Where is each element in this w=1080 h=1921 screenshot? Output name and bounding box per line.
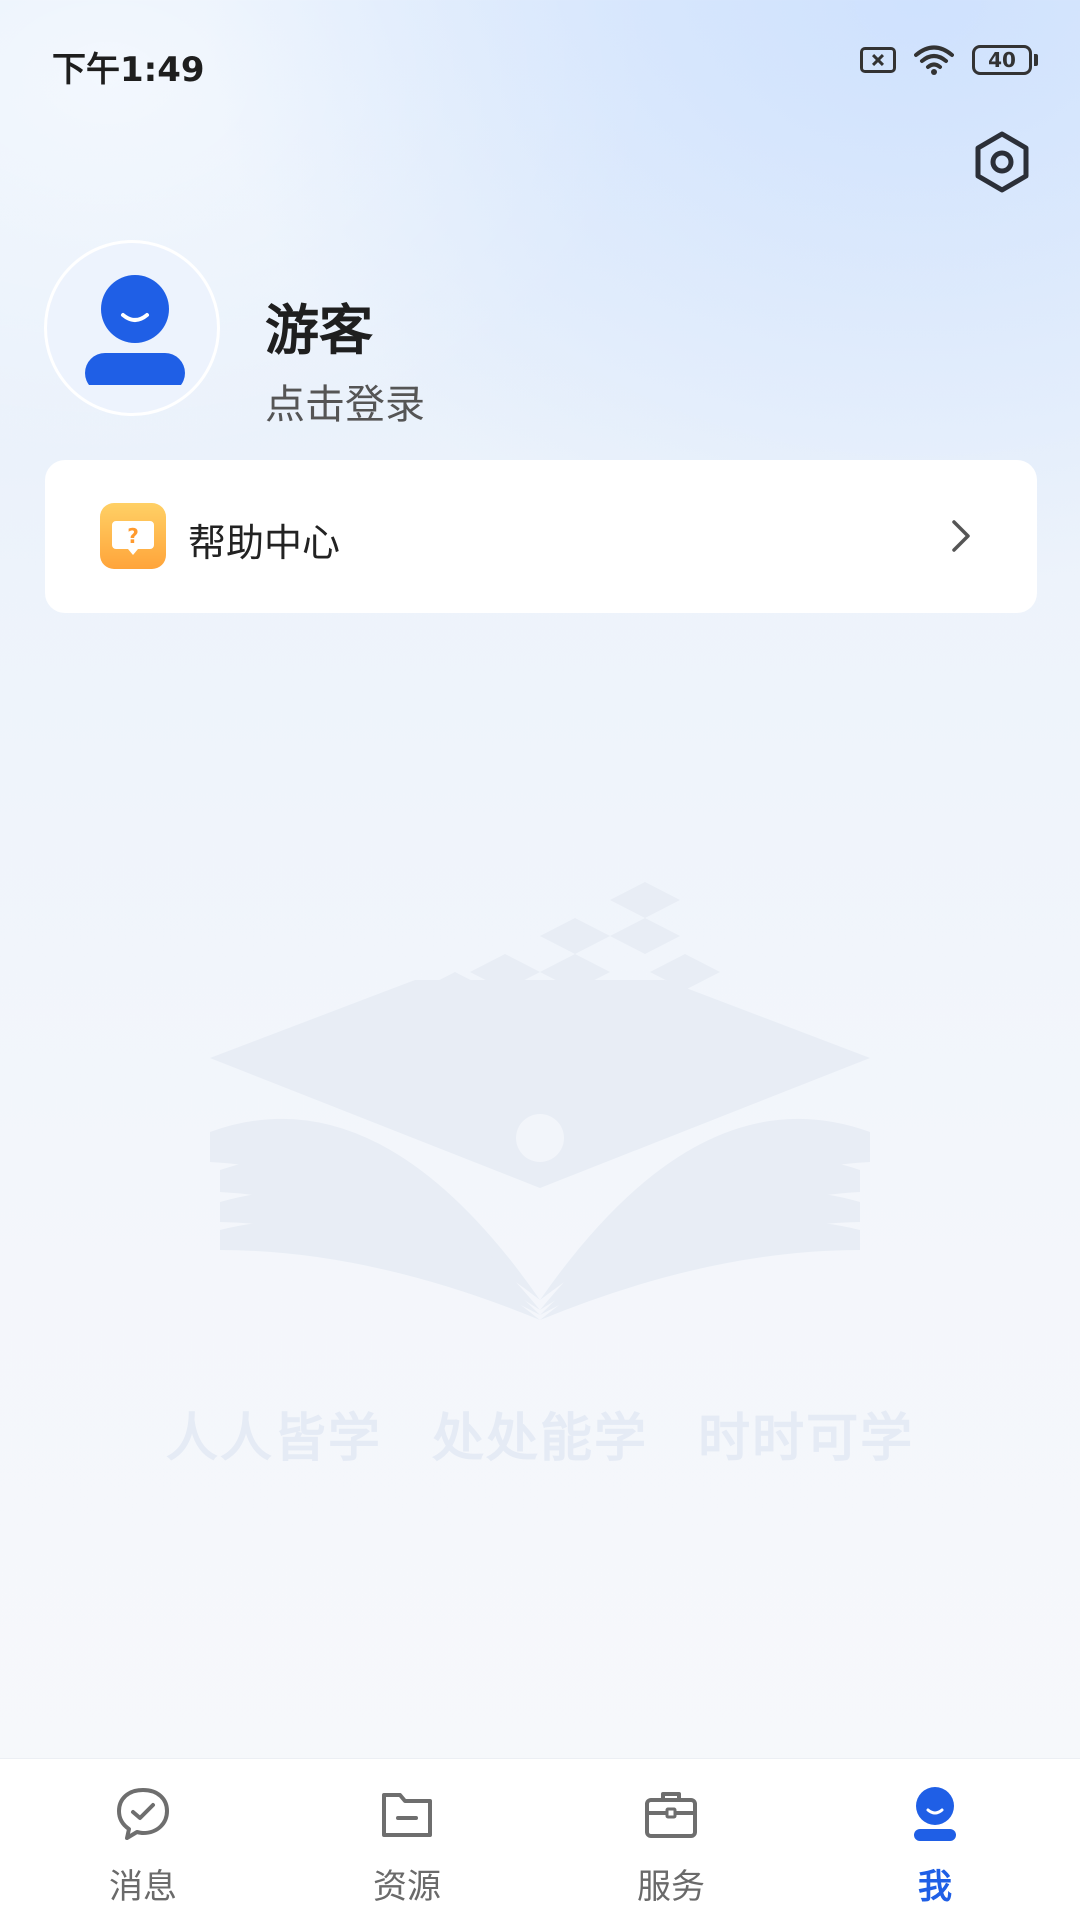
svg-text:?: ? [127, 524, 139, 548]
briefcase-icon [645, 1792, 697, 1838]
chat-check-icon [117, 1788, 169, 1840]
login-link[interactable]: 点击登录 [265, 372, 425, 430]
help-center-item[interactable]: ? 帮助中心 [45, 460, 1037, 613]
slogan: 人人皆学 处处能学 时时可学 [165, 1409, 915, 1469]
no-sim-icon [860, 47, 896, 73]
avatar[interactable] [44, 240, 220, 416]
status-bar: 下午1:49 40 [0, 0, 1080, 130]
battery-level: 40 [972, 45, 1032, 75]
status-icons: 40 [860, 44, 1038, 76]
help-center-label: 帮助中心 [188, 521, 341, 565]
tab-messages[interactable]: 消息 [11, 1759, 275, 1921]
username[interactable]: 游客 [265, 286, 373, 365]
tab-label: 消息 [109, 1867, 177, 1907]
tab-me[interactable]: 我 [803, 1759, 1067, 1921]
tab-services[interactable]: 服务 [539, 1759, 803, 1921]
status-time: 下午1:49 [52, 50, 205, 90]
tab-resources[interactable]: 资源 [275, 1759, 539, 1921]
wifi-icon [914, 45, 954, 75]
user-avatar-icon [85, 275, 185, 385]
chevron-right-icon [952, 520, 970, 552]
tab-label: 服务 [637, 1867, 705, 1907]
user-icon [914, 1787, 956, 1841]
folder-icon [382, 1793, 432, 1837]
question-bubble-icon: ? [100, 503, 166, 569]
battery-icon: 40 [972, 45, 1038, 75]
bottom-tab-bar: 消息 资源 服务 我 [0, 1758, 1080, 1921]
tab-label: 我 [918, 1867, 952, 1907]
book-logo-watermark [210, 882, 870, 1320]
tab-label: 资源 [373, 1867, 441, 1907]
settings-icon[interactable] [972, 130, 1032, 194]
